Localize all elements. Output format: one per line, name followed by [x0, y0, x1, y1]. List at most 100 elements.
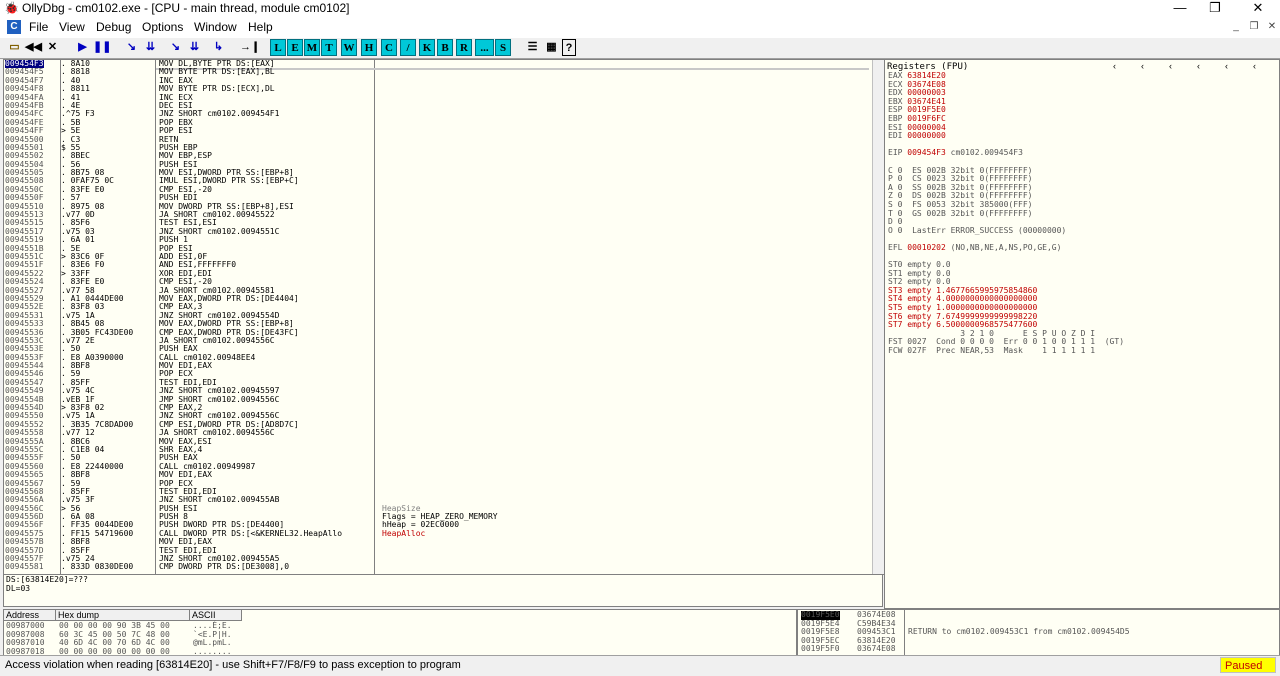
rewind-icon[interactable]: ◀◀	[25, 39, 42, 56]
disasm-row[interactable]: 00945505. 8B75 08 MOV ESI,DWORD PTR SS:[E…	[4, 168, 872, 177]
disasm-row[interactable]: 00945546. 59 POP ECX	[4, 370, 872, 379]
disasm-row[interactable]: 009454FA. 41 INC ECX	[4, 93, 872, 102]
disasm-row[interactable]: 00945567. 59 POP ECX	[4, 479, 872, 488]
disasm-row[interactable]: 00945527 .v77 58 JA SHORT cm0102.00945581	[4, 286, 872, 295]
disasm-row[interactable]: 00945522 > 33FF XOR EDI,EDI	[4, 269, 872, 278]
stack-pane[interactable]: 0019F5E0 03674E08 0019F5E4 C59B4E34 0019F5E8…	[797, 609, 1280, 656]
disasm-row[interactable]: 00945508. 0FAF75 0C IMUL ESI,DWORD PTR SS…	[4, 177, 872, 186]
disasm-row[interactable]: 0094556A .v75 3F JNZ SHORT cm0102.009455AB	[4, 495, 872, 504]
disasm-row[interactable]: 0094557D. 85FF TEST EDI,EDI	[4, 546, 872, 555]
trace-into-icon[interactable]: ↘	[167, 39, 184, 56]
disasm-row[interactable]: 00945515. 85F6 TEST ESI,ESI	[4, 219, 872, 228]
cpu-window-button[interactable]: C	[381, 39, 397, 56]
disasm-row[interactable]: 00945544. 8BF8 MOV EDI,EAX	[4, 361, 872, 370]
disasm-row[interactable]: 00945552. 3B35 7C8DAD00 CMP ESI,DWORD PTR…	[4, 420, 872, 429]
disasm-row[interactable]: 00945504. 56 PUSH ESI	[4, 160, 872, 169]
disasm-row[interactable]: 009454F7. 40 INC EAX	[4, 76, 872, 85]
disasm-row[interactable]: 00945519. 6A 01 PUSH 1	[4, 235, 872, 244]
register-value[interactable]: 00000000	[907, 131, 946, 140]
minimize-button[interactable]: —	[1160, 0, 1200, 17]
disasm-row[interactable]: 0094554B .vEB 1F JMP SHORT cm0102.0094556C	[4, 395, 872, 404]
eip-value[interactable]: 009454F3	[907, 148, 946, 158]
execute-till-return-icon[interactable]: ↳	[210, 39, 227, 56]
handles-window-button[interactable]: H	[361, 39, 377, 56]
open-icon[interactable]: ▭	[6, 39, 23, 56]
step-over-icon[interactable]: ⇊	[142, 39, 159, 56]
disasm-row[interactable]: 009454FF > 5E POP ESI	[4, 126, 872, 135]
disasm-row[interactable]: 0094552E. 83F8 03 CMP EAX,3	[4, 302, 872, 311]
disasm-row[interactable]: 0094557B. 8BF8 MOV EDI,EAX	[4, 537, 872, 546]
pause-icon[interactable]: ❚❚	[93, 39, 111, 56]
dump-header-address[interactable]: Address	[4, 610, 56, 621]
close-window-button[interactable]: ✕	[1238, 0, 1278, 17]
disasm-row[interactable]: 0094553E. 50 PUSH EAX	[4, 344, 872, 353]
disasm-row[interactable]: 00945501 $ 55 PUSH EBP	[4, 143, 872, 152]
list-icon[interactable]: ☰	[524, 39, 541, 56]
help-icon[interactable]: ?	[562, 39, 576, 56]
callstack-window-button[interactable]: K	[419, 39, 435, 56]
modules-window-button[interactable]: E	[287, 39, 303, 56]
disasm-row[interactable]: 00945568. 85FF TEST EDI,EDI	[4, 487, 872, 496]
disasm-row[interactable]: 0094555C. C1E8 04 SHR EAX,4	[4, 445, 872, 454]
chevron-left-icon[interactable]: ‹	[1253, 61, 1256, 71]
memory-window-button[interactable]: M	[304, 39, 320, 56]
disasm-row[interactable]: 00945524. 83FE E0 CMP ESI,-20	[4, 277, 872, 286]
disasm-row[interactable]: 0094550F. 57 PUSH EDI	[4, 193, 872, 202]
dump-header-ascii[interactable]: ASCII	[190, 610, 242, 621]
disasm-row[interactable]: 0094555F. 50 PUSH EAX	[4, 453, 872, 462]
disasm-row[interactable]: 0094553F. E8 A0390000 CALL cm0102.00948EE…	[4, 353, 872, 362]
menu-help[interactable]: Help	[248, 20, 273, 34]
disasm-row[interactable]: 0094553C .v77 2E JA SHORT cm0102.0094556C	[4, 336, 872, 345]
chevron-left-icon[interactable]: ‹	[1141, 61, 1144, 71]
grid-icon[interactable]: ▦	[543, 39, 560, 56]
mdi-close-button[interactable]: ✕	[1263, 21, 1280, 32]
menu-debug[interactable]: Debug	[96, 20, 131, 34]
disasm-row[interactable]: 00945531 .v75 1A JNZ SHORT cm0102.0094554D	[4, 311, 872, 320]
disasm-row[interactable]: 00945581 . 833D 0830DE00 CMP DWORD PTR DS:…	[4, 563, 872, 572]
disasm-row[interactable]: 00945513 .v77 0D JA SHORT cm0102.00945522	[4, 210, 872, 219]
flag-row[interactable]: O 0 LastErr ERROR_SUCCESS (00000000)	[888, 226, 1066, 235]
disasm-row[interactable]: 0094554D > 83F8 02 CMP EAX,2	[4, 403, 872, 412]
menu-options[interactable]: Options	[142, 20, 183, 34]
disasm-row[interactable]: 00945502. 8BEC MOV EBP,ESP	[4, 151, 872, 160]
trace-over-icon[interactable]: ⇊	[186, 39, 203, 56]
restore-button[interactable]: ❐	[1195, 0, 1235, 17]
run-icon[interactable]: ▶	[74, 39, 91, 56]
disasm-row[interactable]: 00945547. 85FF TEST EDI,EDI	[4, 378, 872, 387]
disasm-row[interactable]: 00945510. 8975 08 MOV DWORD PTR SS:[EBP+8…	[4, 202, 872, 211]
chevron-left-icon[interactable]: ‹	[1197, 61, 1200, 71]
log-window-button[interactable]: L	[270, 39, 286, 56]
run-trace-window-button[interactable]: ...	[475, 39, 494, 56]
menu-view[interactable]: View	[59, 20, 85, 34]
patches-window-button[interactable]: /	[400, 39, 416, 56]
disasm-row[interactable]: 00945500. C3 RETN	[4, 135, 872, 144]
dump-header-hex[interactable]: Hex dump	[56, 610, 190, 621]
breakpoints-window-button[interactable]: B	[437, 39, 453, 56]
chevron-left-icon[interactable]: ‹	[1169, 61, 1172, 71]
step-into-icon[interactable]: ↘	[123, 39, 140, 56]
disasm-row[interactable]: 009454FE. 5B POP EBX	[4, 118, 872, 127]
disasm-row[interactable]: 00945558 .v77 12 JA SHORT cm0102.0094556C	[4, 428, 872, 437]
disasm-row[interactable]: 00945517 .v75 03 JNZ SHORT cm0102.0094551C	[4, 227, 872, 236]
disasm-row[interactable]: 00945560. E8 22440000 CALL cm0102.0094998…	[4, 462, 872, 471]
disasm-row[interactable]: 0094551C > 83C6 0F ADD ESI,0F	[4, 252, 872, 261]
disasm-row[interactable]: 009454FC .^75 F3 JNZ SHORT cm0102.009454F1	[4, 109, 872, 118]
close-icon[interactable]: ✕	[44, 39, 61, 56]
cpu-window-icon[interactable]: C	[7, 20, 21, 34]
disasm-row[interactable]: 00945549 .v75 4C JNZ SHORT cm0102.00945597	[4, 386, 872, 395]
disasm-row[interactable]: 00945550 .v75 1A JNZ SHORT cm0102.0094556C	[4, 411, 872, 420]
mdi-minimize-button[interactable]: _	[1227, 21, 1245, 32]
disasm-scrollbar[interactable]	[872, 60, 884, 574]
chevron-left-icon[interactable]: ‹	[1113, 61, 1116, 71]
registers-pane[interactable]: Registers (FPU) ‹ ‹ ‹ ‹ ‹ ‹ EAX 63814E20…	[884, 59, 1280, 609]
disasm-row[interactable]: 009454F8. 8811 MOV BYTE PTR DS:[ECX],DL	[4, 84, 872, 93]
disasm-row[interactable]: 00945533. 8B45 08 MOV EAX,DWORD PTR SS:[E…	[4, 319, 872, 328]
disasm-row[interactable]: 00945529. A1 0444DE00 MOV EAX,DWORD PTR D…	[4, 294, 872, 303]
threads-window-button[interactable]: T	[321, 39, 337, 56]
disasm-row[interactable]: 009454FB. 4E DEC ESI	[4, 101, 872, 110]
disasm-row[interactable]: 0094550C. 83FE E0 CMP ESI,-20	[4, 185, 872, 194]
disasm-row[interactable]: 0094551B. 5E POP ESI	[4, 244, 872, 253]
stack-column-divider[interactable]	[904, 610, 905, 655]
mdi-restore-button[interactable]: ❐	[1245, 21, 1263, 32]
menu-file[interactable]: File	[29, 20, 48, 34]
